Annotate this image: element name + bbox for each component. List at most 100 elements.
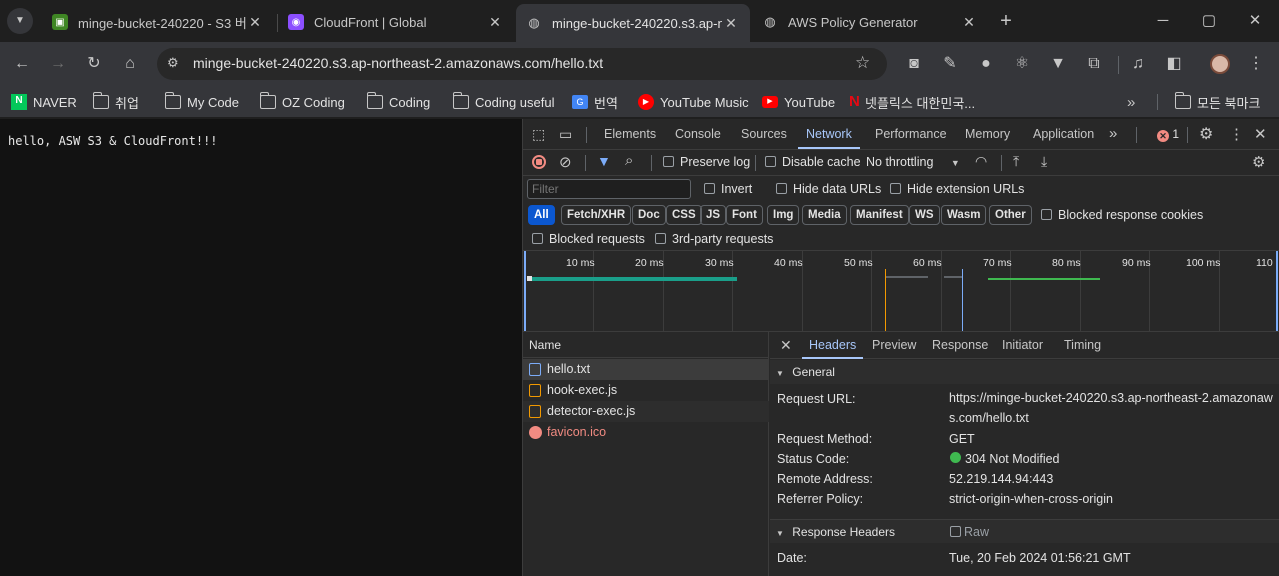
- camera-extension-icon[interactable]: ◙: [902, 52, 926, 76]
- address-bar[interactable]: ⚙ minge-bucket-240220.s3.ap-northeast-2.…: [157, 48, 887, 80]
- reload-button[interactable]: ↻: [82, 52, 106, 76]
- details-tab-timing[interactable]: Timing: [1064, 332, 1101, 359]
- extensions-puzzle-icon[interactable]: ⧉: [1082, 52, 1106, 76]
- bookmark-folder-coding[interactable]: Coding: [366, 92, 430, 112]
- request-row-detector-exec[interactable]: detector-exec.js: [523, 401, 769, 422]
- site-info-icon[interactable]: ⚙: [167, 55, 179, 71]
- blocked-requests-checkbox[interactable]: Blocked requests: [532, 232, 645, 246]
- type-filter-all[interactable]: All: [528, 205, 555, 225]
- general-section-header[interactable]: ▼ General: [770, 360, 1279, 384]
- type-filter-img[interactable]: Img: [767, 205, 800, 225]
- close-icon[interactable]: ✕: [960, 14, 978, 31]
- close-icon[interactable]: ✕: [246, 14, 264, 31]
- side-panel-icon[interactable]: ◧: [1162, 52, 1186, 76]
- type-filter-other[interactable]: Other: [989, 205, 1032, 225]
- devtools-tab-memory[interactable]: Memory: [965, 119, 1010, 149]
- close-icon[interactable]: ✕: [486, 14, 504, 31]
- devtools-close-icon[interactable]: ✕: [1254, 125, 1267, 143]
- react-devtools-icon[interactable]: ⚛: [1010, 52, 1034, 76]
- tab-search-button[interactable]: ▼: [7, 8, 33, 34]
- import-har-upload-icon[interactable]: ⤒: [1013, 153, 1019, 170]
- bookmarks-overflow-chevron-icon[interactable]: »: [1127, 92, 1135, 112]
- maximize-button[interactable]: ▢: [1189, 8, 1229, 34]
- bookmark-translate[interactable]: G 번역: [572, 92, 618, 112]
- bookmark-netflix[interactable]: N 넷플릭스 대한민국...: [849, 92, 975, 112]
- disable-cache-checkbox[interactable]: Disable cache: [765, 155, 861, 169]
- menu-kebab-icon[interactable]: ⋮: [1244, 52, 1268, 76]
- bookmark-folder-coding-useful[interactable]: Coding useful: [452, 92, 555, 112]
- tab-s3-bucket[interactable]: ▣ minge-bucket-240220 - S3 버킷 ✕: [42, 6, 274, 38]
- export-har-download-icon[interactable]: ⤓: [1041, 153, 1047, 170]
- hide-extension-urls-checkbox[interactable]: Hide extension URLs: [890, 182, 1024, 196]
- raw-checkbox[interactable]: Raw: [950, 520, 989, 544]
- network-settings-gear-icon[interactable]: ⚙: [1252, 153, 1265, 171]
- forward-button[interactable]: →: [46, 52, 70, 76]
- minimize-button[interactable]: ─: [1143, 8, 1183, 34]
- error-badge[interactable]: ✕ 1: [1157, 127, 1179, 142]
- type-filter-css[interactable]: CSS: [666, 205, 702, 225]
- type-filter-wasm[interactable]: Wasm: [941, 205, 987, 225]
- timeline-selection-right-handle[interactable]: [1276, 251, 1278, 331]
- bookmark-youtube-music[interactable]: ▶ YouTube Music: [638, 92, 749, 112]
- home-button[interactable]: ⌂: [118, 52, 142, 76]
- filter-funnel-icon[interactable]: ▼: [597, 153, 611, 169]
- type-filter-manifest[interactable]: Manifest: [850, 205, 909, 225]
- devtools-tab-sources[interactable]: Sources: [741, 119, 787, 149]
- details-tab-initiator[interactable]: Initiator: [1002, 332, 1043, 359]
- devtools-menu-kebab-icon[interactable]: ⋮: [1229, 125, 1244, 143]
- timeline-selection-left-handle[interactable]: [524, 251, 526, 331]
- type-filter-font[interactable]: Font: [726, 205, 763, 225]
- blocked-response-cookies-checkbox[interactable]: Blocked response cookies: [1041, 208, 1203, 222]
- new-tab-button[interactable]: +: [994, 9, 1018, 33]
- request-row-hook-exec[interactable]: hook-exec.js: [523, 380, 769, 401]
- request-row-favicon[interactable]: favicon.ico: [523, 422, 769, 443]
- bookmark-folder-oz-coding[interactable]: OZ Coding: [259, 92, 345, 112]
- devtools-tab-network[interactable]: Network: [798, 119, 860, 149]
- tab-aws-policy-generator[interactable]: ◍ AWS Policy Generator ✕: [752, 6, 988, 38]
- window-close-button[interactable]: ✕: [1235, 8, 1275, 34]
- throttling-select[interactable]: No throttling ▼: [866, 155, 960, 169]
- vue-devtools-icon[interactable]: ▼: [1046, 52, 1070, 76]
- more-tabs-chevron-icon[interactable]: »: [1109, 125, 1117, 142]
- device-toolbar-icon[interactable]: ▭: [559, 126, 572, 143]
- media-control-icon[interactable]: ♫: [1126, 52, 1150, 76]
- bookmark-youtube[interactable]: ▶ YouTube: [762, 92, 835, 112]
- details-tab-preview[interactable]: Preview: [872, 332, 916, 359]
- name-column-header[interactable]: Name: [523, 332, 769, 358]
- bookmark-folder-my-code[interactable]: My Code: [164, 92, 239, 112]
- details-tab-headers[interactable]: Headers: [802, 332, 864, 359]
- request-row-hello-txt[interactable]: hello.txt: [523, 359, 769, 380]
- bookmark-star-icon[interactable]: ☆: [855, 53, 870, 73]
- devtools-tab-performance[interactable]: Performance: [875, 119, 947, 149]
- close-details-icon[interactable]: ✕: [780, 337, 792, 354]
- filter-input[interactable]: [527, 179, 691, 199]
- bookmark-naver[interactable]: N NAVER: [11, 92, 77, 112]
- tab-cloudfront[interactable]: ◉ CloudFront | Global ✕: [278, 6, 514, 38]
- details-tab-response[interactable]: Response: [932, 332, 988, 359]
- extension-icon[interactable]: ●: [974, 52, 998, 76]
- all-bookmarks-folder[interactable]: 모든 북마크: [1174, 92, 1260, 112]
- hide-data-urls-checkbox[interactable]: Hide data URLs: [776, 182, 881, 196]
- back-button[interactable]: ←: [10, 52, 34, 76]
- inspect-element-icon[interactable]: ⬚: [532, 126, 545, 143]
- close-icon[interactable]: ✕: [722, 15, 740, 32]
- record-stop-icon[interactable]: [532, 155, 546, 169]
- devtools-tab-application[interactable]: Application: [1033, 119, 1094, 149]
- invert-checkbox[interactable]: Invert: [704, 182, 752, 196]
- search-icon[interactable]: ⌕: [625, 152, 633, 169]
- devtools-tab-console[interactable]: Console: [675, 119, 721, 149]
- third-party-requests-checkbox[interactable]: 3rd-party requests: [655, 232, 773, 246]
- bookmark-folder-jobs[interactable]: 취업: [92, 92, 139, 112]
- devtools-tab-elements[interactable]: Elements: [604, 119, 656, 149]
- preserve-log-checkbox[interactable]: Preserve log: [663, 155, 750, 169]
- clear-log-icon[interactable]: ⊘: [559, 153, 572, 171]
- network-conditions-wifi-icon[interactable]: ◠: [975, 153, 987, 170]
- devtools-settings-gear-icon[interactable]: ⚙: [1199, 124, 1213, 144]
- type-filter-fetch-xhr[interactable]: Fetch/XHR: [561, 205, 632, 225]
- tab-hello-txt[interactable]: ◍ minge-bucket-240220.s3.ap-northeast-2.…: [516, 4, 750, 42]
- type-filter-ws[interactable]: WS: [909, 205, 940, 225]
- type-filter-js[interactable]: JS: [700, 205, 727, 225]
- eyedropper-extension-icon[interactable]: ✎: [938, 52, 962, 76]
- avatar[interactable]: [1210, 54, 1230, 74]
- type-filter-doc[interactable]: Doc: [632, 205, 666, 225]
